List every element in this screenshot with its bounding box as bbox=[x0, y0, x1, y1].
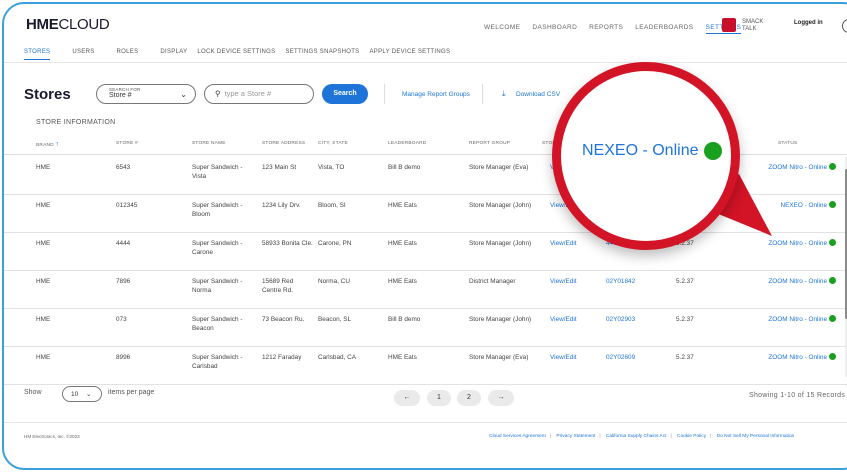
app-window: HMECLOUD WELCOME DASHBOARD REPORTS LEADE… bbox=[2, 2, 847, 470]
callout-status-text: NEXEO - Online bbox=[582, 142, 699, 159]
online-status-dot bbox=[704, 142, 722, 160]
callout-pointer bbox=[694, 174, 772, 236]
